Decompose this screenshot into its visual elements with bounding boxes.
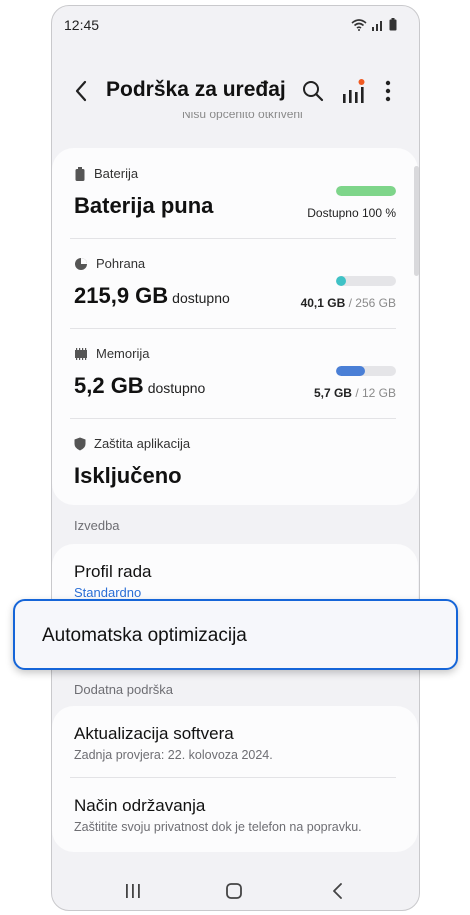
maintenance-mode-title[interactable]: Način održavanja <box>74 796 205 816</box>
app-bar: Podrška za uređaj <box>52 66 419 116</box>
auto-optimization-item[interactable]: Automatska optimizacija <box>13 599 458 670</box>
status-bar: 12:45 <box>52 6 419 42</box>
device-status-card: Baterija Baterija puna Dostupno 100 % Po… <box>52 148 418 505</box>
app-protection-value: Isključeno <box>74 463 182 488</box>
additional-support-card: Aktualizacija softvera Zadnja provjera: … <box>52 706 418 852</box>
memory-chip-icon <box>75 347 87 360</box>
recent-apps-icon[interactable] <box>122 880 144 902</box>
pie-chart-icon <box>75 257 87 270</box>
page-title: Podrška za uređaj <box>106 78 286 101</box>
maintenance-mode-subtitle: Zaštitite svoju privatnost dok je telefo… <box>74 820 362 834</box>
status-icons <box>351 18 397 31</box>
software-update-title[interactable]: Aktualizacija softvera <box>74 724 234 744</box>
storage-value: 215,9 GB <box>74 283 169 308</box>
search-icon[interactable] <box>302 80 324 102</box>
status-time: 12:45 <box>64 17 100 33</box>
app-protection-label: Zaštita aplikacija <box>94 436 191 451</box>
shield-icon <box>74 437 86 450</box>
faded-header-text: Nisu općenito otkriveni <box>182 112 303 120</box>
report-chart-icon[interactable] <box>341 78 365 104</box>
phone-frame: 12:45 Podrška za uređaj Nisu općenito ot… <box>51 5 420 911</box>
wifi-icon <box>351 18 367 31</box>
memory-value: 5,2 GB <box>74 373 144 398</box>
memory-level-bar <box>336 366 396 376</box>
battery-caption: Dostupno 100 % <box>307 206 396 220</box>
auto-optimization-label: Automatska optimizacija <box>42 625 247 646</box>
home-icon[interactable] <box>223 880 245 902</box>
battery-level-fill <box>336 186 396 196</box>
memory-used: 5,7 GB <box>313 386 352 400</box>
app-protection-row[interactable]: Zaštita aplikacija Isključeno <box>74 436 396 489</box>
memory-total: / 12 GB <box>355 386 396 400</box>
storage-used: 40,1 GB <box>300 296 346 310</box>
battery-status-icon <box>389 18 397 31</box>
battery-level-bar <box>336 186 396 196</box>
signal-icon <box>372 20 382 31</box>
section-header-performance: Izvedba <box>74 518 120 533</box>
memory-unit: dostupno <box>147 380 206 396</box>
battery-label: Baterija <box>94 166 139 181</box>
scrollbar[interactable] <box>414 166 419 276</box>
storage-caption: 40,1 GB / 256 GB <box>301 296 396 310</box>
divider <box>70 777 396 778</box>
storage-total: / 256 GB <box>348 296 396 310</box>
memory-caption: 5,7 GB / 12 GB <box>314 386 396 400</box>
battery-icon <box>75 166 85 181</box>
back-nav-icon[interactable] <box>327 880 349 902</box>
divider <box>70 418 396 419</box>
performance-profile-value: Standardno <box>74 585 142 600</box>
performance-profile-title: Profil rada <box>74 562 152 581</box>
divider <box>70 328 396 329</box>
storage-label: Pohrana <box>96 256 146 271</box>
navigation-bar <box>52 868 419 910</box>
storage-level-bar <box>336 276 396 286</box>
more-options-icon[interactable] <box>384 79 392 103</box>
memory-level-fill <box>336 366 365 376</box>
memory-label: Memorija <box>96 346 150 361</box>
storage-level-fill <box>336 276 346 286</box>
software-update-subtitle: Zadnja provjera: 22. kolovoza 2024. <box>74 748 273 762</box>
back-icon[interactable] <box>70 79 94 103</box>
storage-unit: dostupno <box>172 290 230 306</box>
section-header-support: Dodatna podrška <box>74 682 174 697</box>
divider <box>70 238 396 239</box>
